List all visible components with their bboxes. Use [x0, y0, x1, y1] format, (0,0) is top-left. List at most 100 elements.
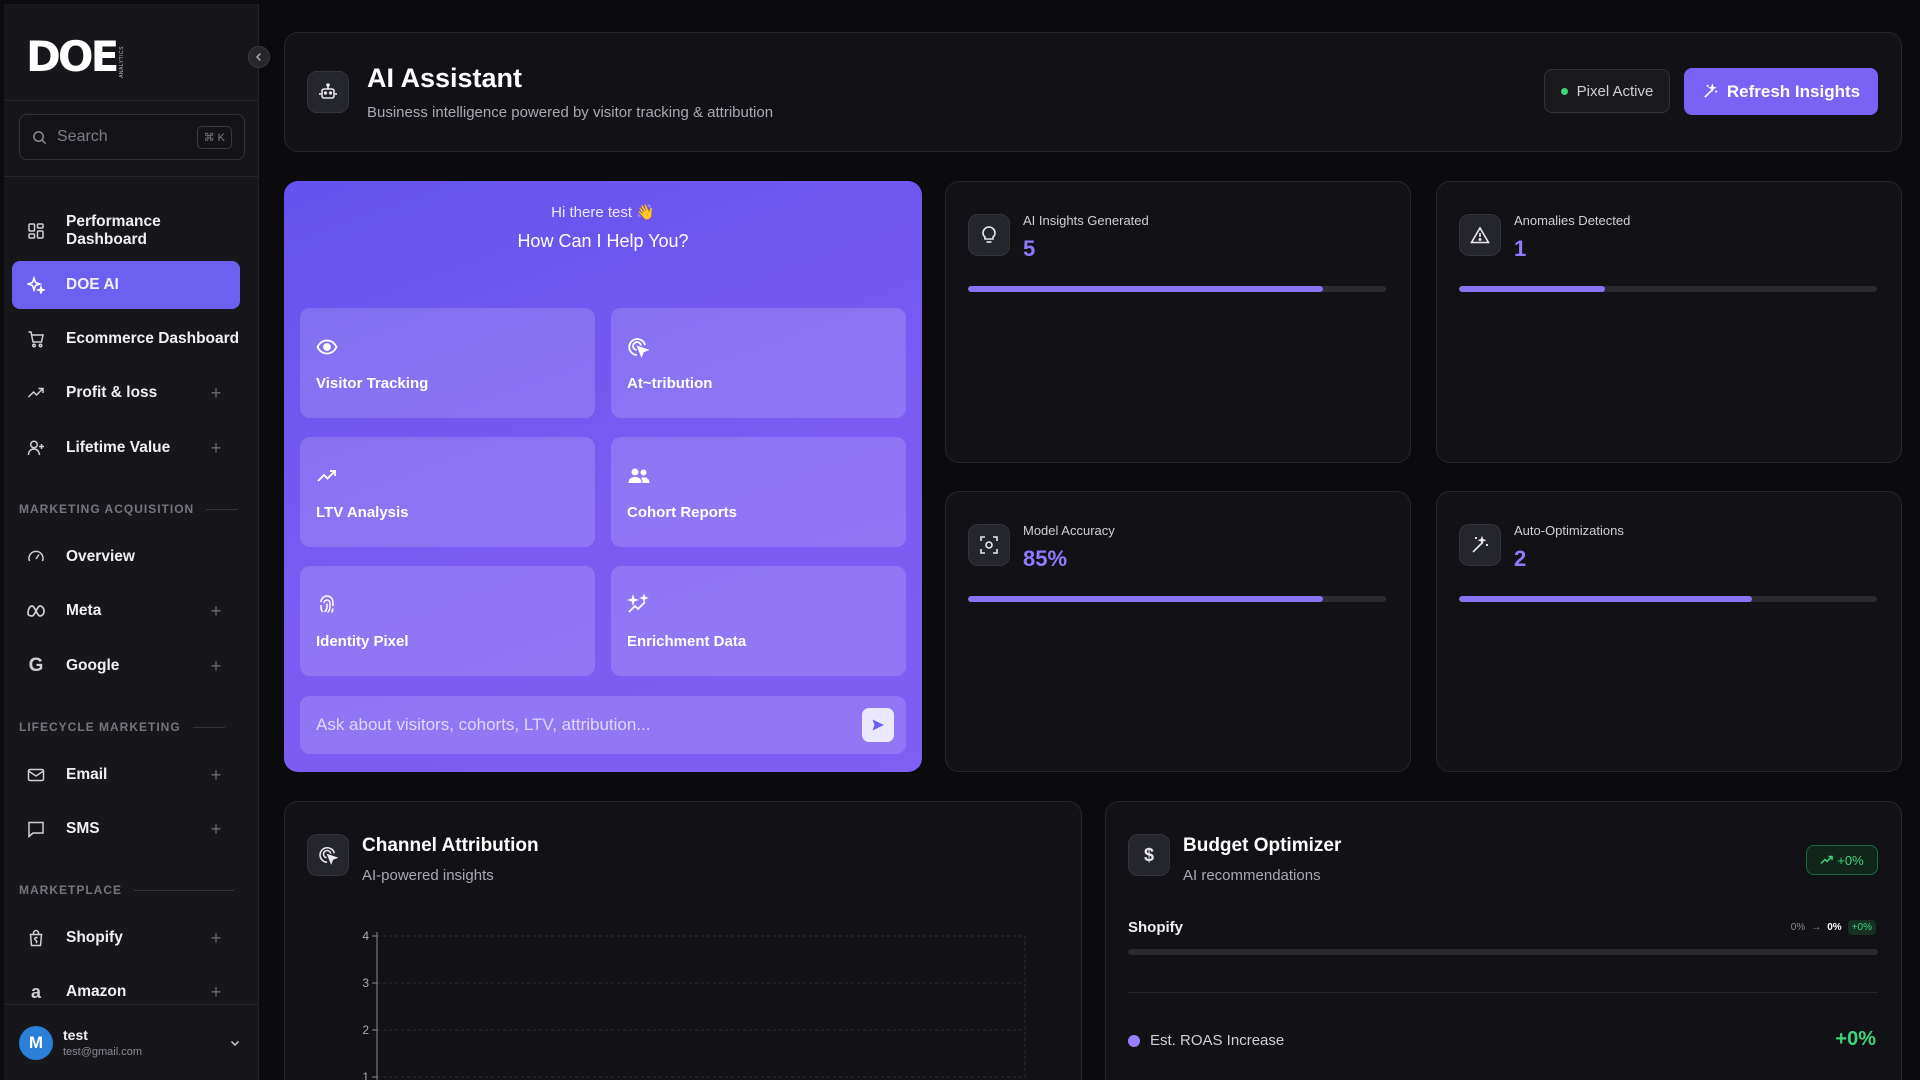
nav-label: Overview — [66, 548, 135, 565]
section-label-lifecycle-marketing: LIFECYCLE MARKETING — [19, 720, 225, 734]
search-input[interactable]: Search ⌘ K — [19, 114, 245, 160]
section-label-text: MARKETING ACQUISITION — [19, 502, 195, 516]
send-icon — [872, 719, 884, 731]
users-icon — [628, 468, 650, 483]
quick-action-cohort-reports[interactable]: Cohort Reports — [611, 437, 906, 547]
budget-recommended-pct: 0% — [1827, 922, 1842, 933]
sidebar: DOE ANALYTICS Search ⌘ K Performance Das… — [4, 4, 270, 1080]
assistant-panel: Hi there test 👋 How Can I Help You? Visi… — [284, 181, 922, 772]
amazon-logo-icon: a — [30, 981, 41, 1002]
nav-item-meta[interactable]: Meta + — [12, 587, 240, 635]
expand-plus-icon[interactable]: + — [206, 656, 226, 676]
nav-item-shopify[interactable]: Shopify + — [12, 914, 240, 962]
nav-item-lifetime-value[interactable]: Lifetime Value + — [12, 424, 240, 472]
magic-wand-icon — [1704, 83, 1718, 98]
robot-icon — [319, 83, 337, 99]
user-profile-menu[interactable]: M test test@gmail.com — [4, 1004, 259, 1080]
nav-label: Google — [66, 657, 120, 674]
expand-plus-icon[interactable]: + — [206, 819, 226, 839]
dashboard-grid-icon — [26, 221, 46, 241]
expand-plus-icon[interactable]: + — [206, 438, 226, 458]
nav-label: Amazon — [66, 983, 127, 1000]
stat-progress-fill — [1459, 596, 1752, 602]
trend-badge: +0% — [1806, 845, 1878, 875]
nav-label: Email — [66, 766, 108, 783]
expand-plus-icon[interactable]: + — [206, 928, 226, 948]
focus-icon-box — [968, 524, 1010, 566]
send-button[interactable] — [862, 708, 894, 742]
stat-progress-bar — [968, 596, 1386, 602]
trend-up-icon — [26, 383, 46, 403]
roas-label: Est. ROAS Increase — [1128, 1032, 1284, 1049]
nav-item-google[interactable]: G Google + — [12, 642, 240, 690]
expand-plus-icon[interactable]: + — [206, 982, 226, 1002]
quick-action-enrichment-data[interactable]: Enrichment Data — [611, 566, 906, 676]
stat-card-model-accuracy: Model Accuracy 85% — [945, 491, 1411, 772]
nav-item-sms[interactable]: SMS + — [12, 805, 240, 853]
stat-value: 2 — [1514, 546, 1527, 571]
quick-action-visitor-tracking[interactable]: Visitor Tracking — [300, 308, 595, 418]
sparkle-chart-icon — [627, 594, 649, 613]
stat-card-ai-insights: AI Insights Generated 5 — [945, 181, 1411, 463]
stat-progress-fill — [968, 286, 1324, 292]
assistant-chat-input[interactable]: Ask about visitors, cohorts, LTV, attrib… — [300, 696, 906, 754]
quick-action-identity-pixel[interactable]: Identity Pixel — [300, 566, 595, 676]
chevron-down-icon[interactable] — [229, 1037, 241, 1049]
status-dot-icon — [1560, 87, 1568, 95]
expand-plus-icon[interactable]: + — [206, 601, 226, 621]
trend-up-icon — [1820, 855, 1834, 865]
fingerprint-icon — [320, 595, 334, 614]
pixel-status-badge: Pixel Active — [1544, 69, 1670, 113]
lightbulb-icon — [982, 226, 996, 243]
stat-label: Model Accuracy — [1023, 523, 1115, 538]
budget-optimizer-card: $ Budget Optimizer AI recommendations +0… — [1105, 801, 1902, 1080]
nav-item-ecommerce-dashboard[interactable]: Ecommerce Dashboard — [12, 315, 240, 363]
user-info: test test@gmail.com — [63, 1027, 229, 1058]
stat-card-auto-optimizations: Auto-Optimizations 2 — [1436, 491, 1902, 772]
message-square-icon — [26, 819, 46, 839]
section-label-text: MARKETPLACE — [19, 883, 122, 897]
divider — [134, 889, 234, 891]
expand-plus-icon[interactable]: + — [206, 765, 226, 785]
quick-action-label: Enrichment Data — [627, 633, 747, 650]
nav-label: SMS — [66, 820, 100, 837]
divider — [4, 176, 259, 177]
shopify-bag-icon — [26, 928, 46, 948]
stat-progress-bar — [1459, 596, 1877, 602]
gauge-icon — [26, 547, 46, 567]
budget-change: 0% → 0% +0% — [1791, 920, 1876, 935]
roas-value: +0% — [1835, 1028, 1876, 1050]
budget-current-pct: 0% — [1790, 922, 1806, 933]
nav-item-profit-loss[interactable]: Profit & loss + — [12, 369, 240, 417]
collapse-sidebar-button[interactable] — [248, 46, 270, 68]
search-placeholder: Search — [57, 128, 108, 145]
y-tick-label: 4 — [362, 929, 369, 943]
stat-progress-fill — [1459, 286, 1606, 292]
nav-item-performance-dashboard[interactable]: Performance Dashboard — [12, 207, 240, 255]
logo-text: DOE — [26, 32, 119, 81]
arrow-right-icon: → — [1811, 922, 1822, 933]
quick-action-attribution[interactable]: At~tribution — [611, 308, 906, 418]
brand-logo[interactable]: DOE ANALYTICS — [26, 32, 125, 81]
user-plus-icon — [26, 438, 46, 458]
nav-item-doe-ai[interactable]: DOE AI — [12, 261, 240, 309]
stat-label: Anomalies Detected — [1514, 213, 1631, 228]
assistant-greeting: Hi there test 👋 — [551, 204, 655, 221]
lightbulb-icon-box — [968, 214, 1010, 256]
budget-delta-pct: +0% — [1847, 920, 1876, 935]
mail-icon — [26, 765, 46, 785]
user-email: test@gmail.com — [63, 1046, 143, 1058]
section-label-marketing-acquisition: MARKETING ACQUISITION — [19, 502, 239, 516]
quick-action-ltv-analysis[interactable]: LTV Analysis — [300, 437, 595, 547]
channel-attribution-card: Channel Attribution AI-powered insights … — [284, 801, 1082, 1080]
budget-allocation-bar — [1128, 949, 1878, 955]
expand-plus-icon[interactable]: + — [206, 383, 226, 403]
wand-icon-box — [1459, 524, 1501, 566]
page-subtitle: Business intelligence powered by visitor… — [367, 104, 774, 121]
nav-item-overview[interactable]: Overview — [12, 533, 240, 581]
refresh-insights-button[interactable]: Refresh Insights — [1684, 68, 1878, 115]
quick-action-label: At~tribution — [627, 375, 713, 392]
nav-item-email[interactable]: Email + — [12, 751, 240, 799]
pixel-status-text: Pixel Active — [1576, 82, 1654, 100]
target-icon-box — [307, 834, 349, 876]
